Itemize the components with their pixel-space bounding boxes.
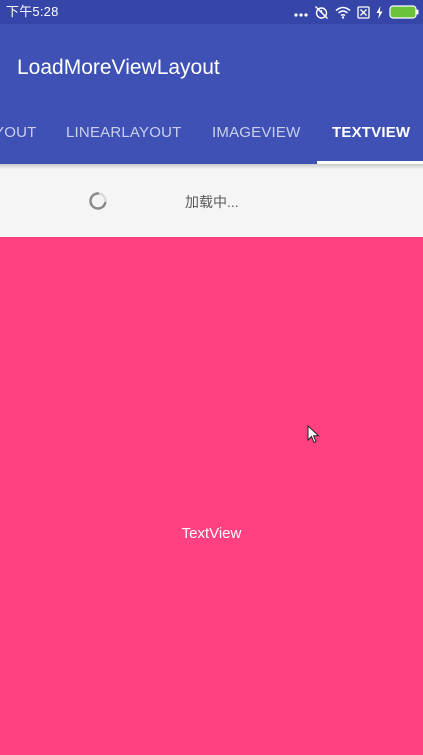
tab-linearlayout[interactable]: LINEARLAYOUT: [66, 110, 182, 160]
tab-textview[interactable]: TEXTVIEW: [332, 110, 410, 160]
tab-relativelayout[interactable]: YOUT: [0, 110, 36, 160]
more-dots-icon: [294, 6, 308, 18]
mouse-cursor-icon: [307, 424, 321, 445]
charging-bolt-icon: [376, 5, 383, 19]
loading-spinner-icon: [88, 191, 108, 211]
wifi-icon: [335, 6, 351, 19]
app-bar: LoadMoreViewLayout YOUT LINEARLAYOUT IMA…: [0, 24, 423, 164]
content-label: TextView: [181, 525, 242, 542]
status-time: 下午5:28: [6, 4, 59, 19]
textview-content[interactable]: TextView: [0, 237, 423, 755]
battery-icon: [389, 5, 419, 19]
tab-bar: YOUT LINEARLAYOUT IMAGEVIEW TEXTVIEW: [0, 110, 423, 164]
alarm-off-icon: [314, 5, 329, 20]
tab-imageview[interactable]: IMAGEVIEW: [212, 110, 300, 160]
load-more-header: 加载中...: [0, 169, 423, 237]
loading-text: 加载中...: [185, 194, 239, 210]
status-bar: 下午5:28: [0, 0, 423, 24]
app-title: LoadMoreViewLayout: [17, 56, 220, 79]
status-icons: [294, 3, 419, 21]
screen: 下午5:28 LoadMoreViewLayout OUT LINEARLAYO…: [0, 0, 423, 755]
sim-off-icon: [357, 5, 370, 19]
